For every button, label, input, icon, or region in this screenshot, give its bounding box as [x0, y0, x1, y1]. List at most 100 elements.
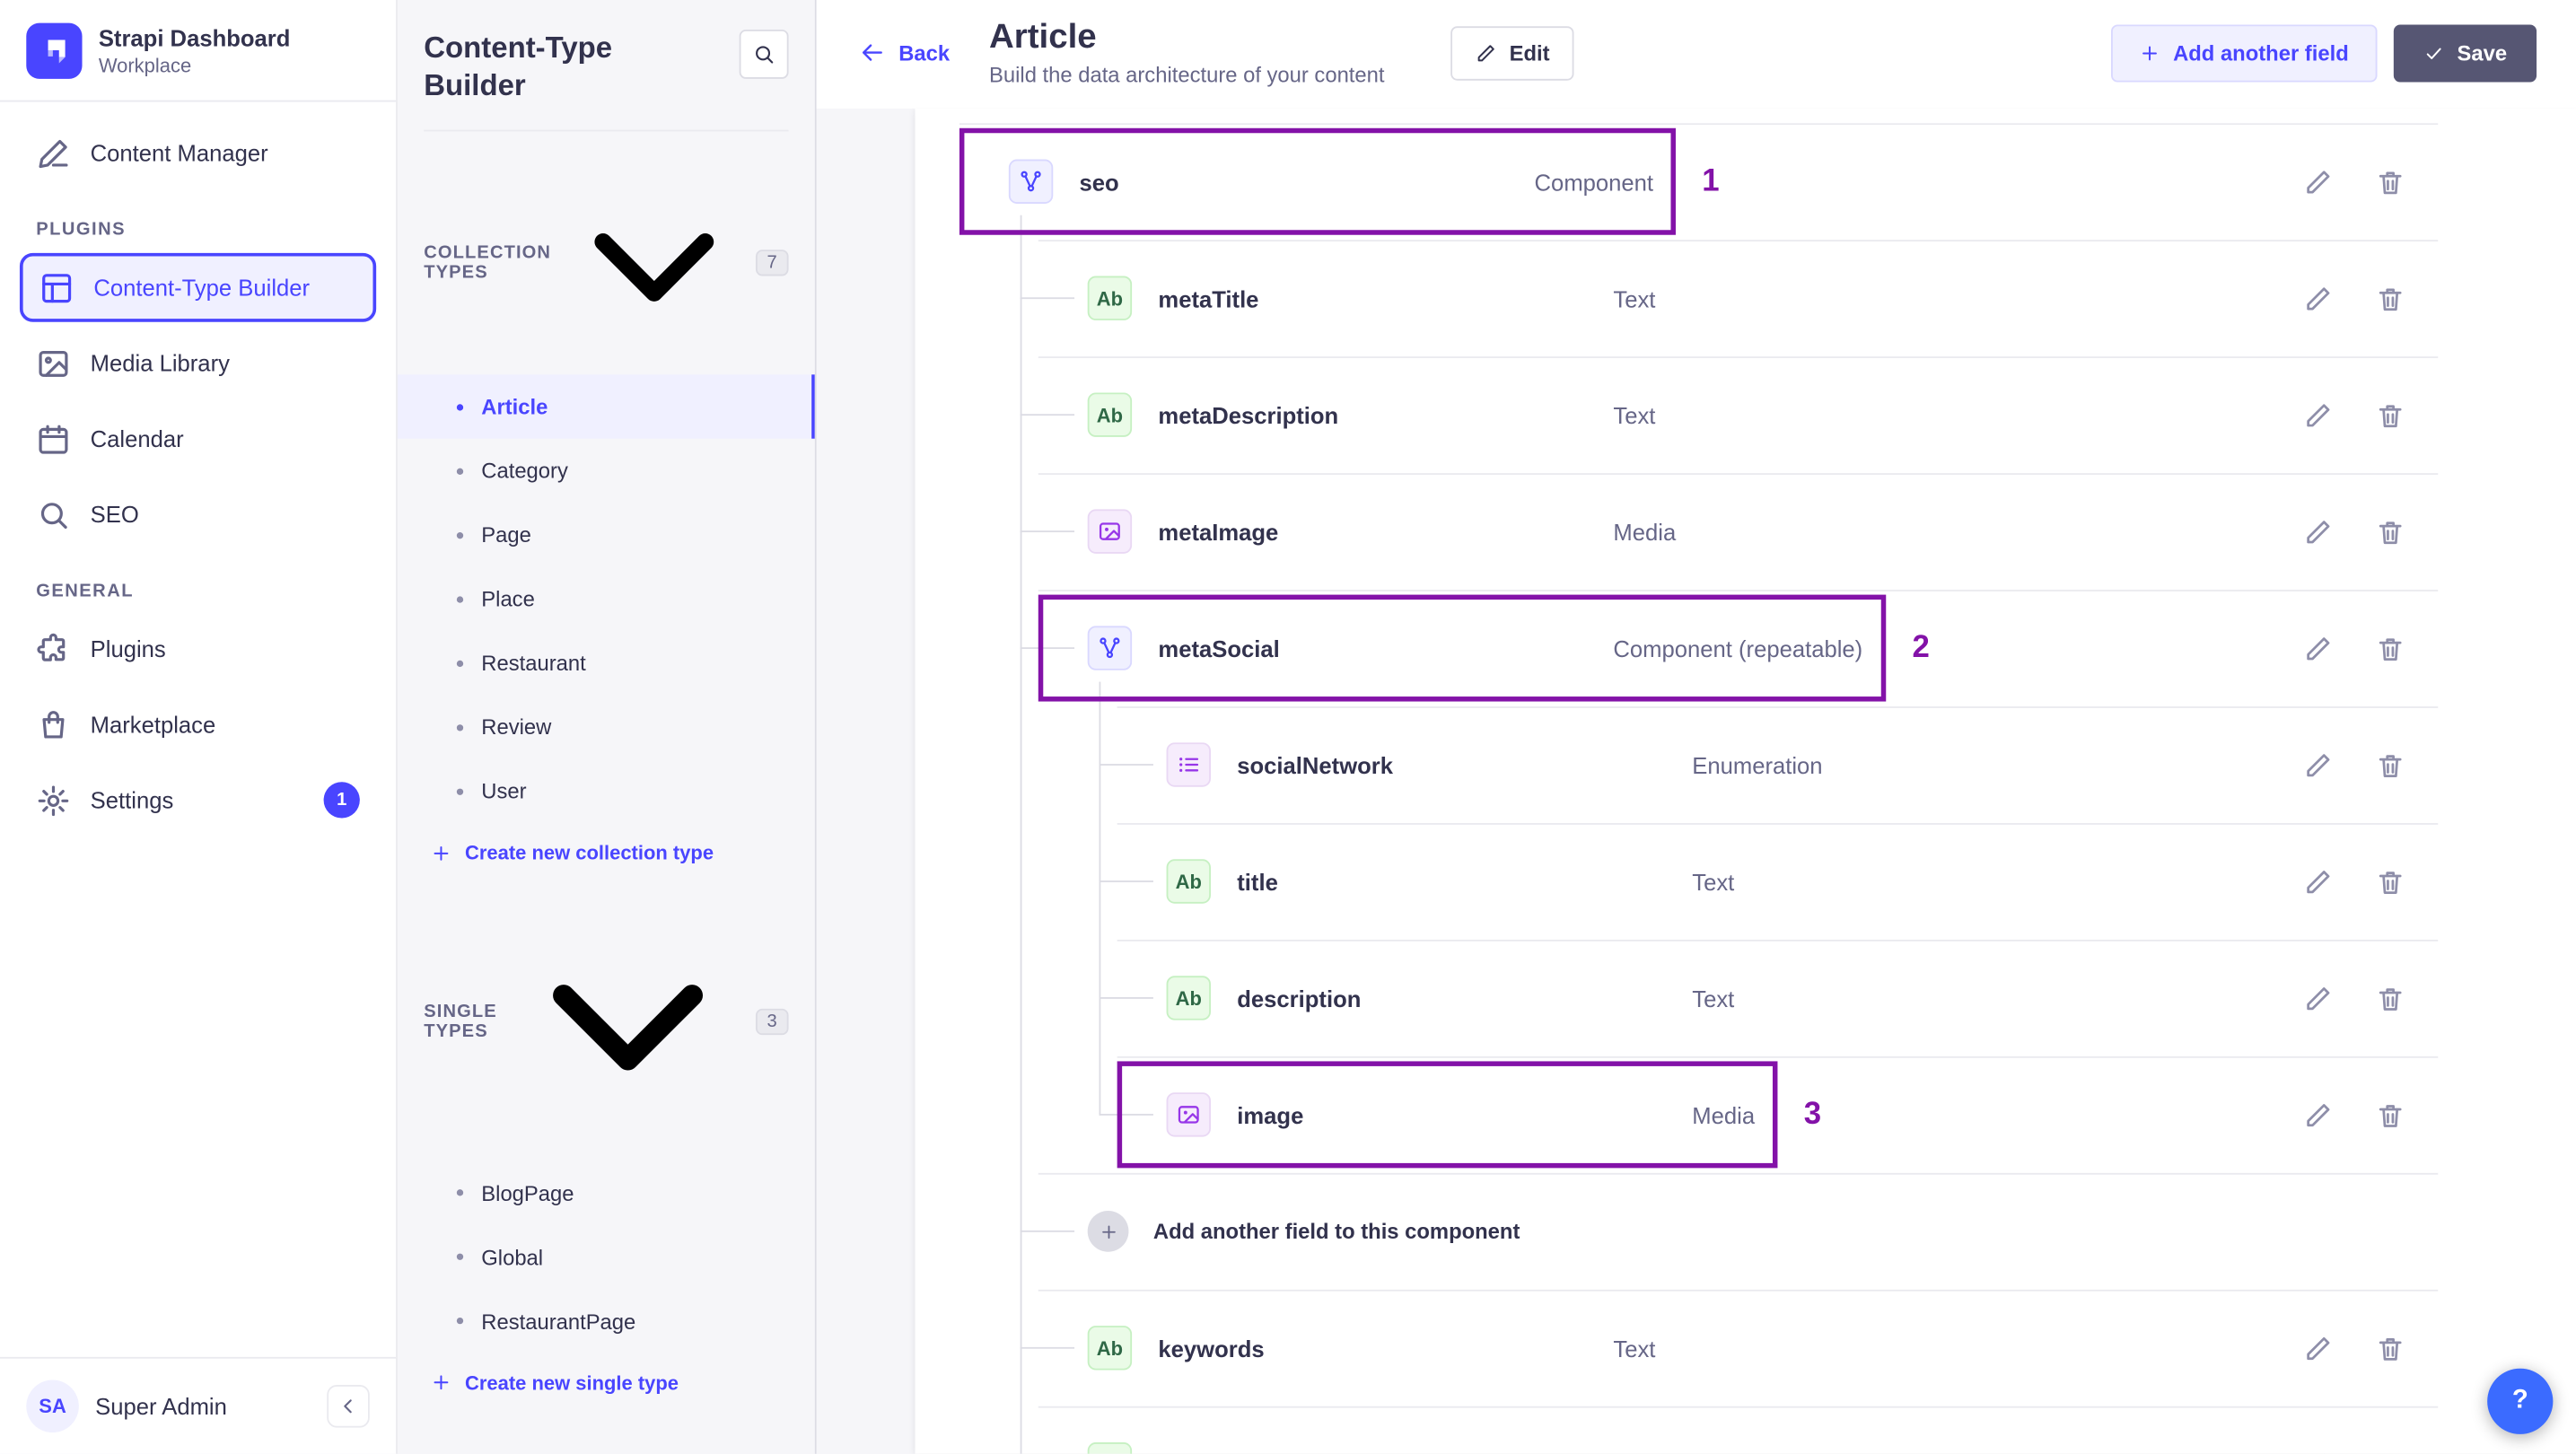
delete-field-button[interactable] — [2376, 750, 2405, 780]
strapi-logo-icon[interactable] — [26, 22, 83, 79]
edit-field-button[interactable] — [2303, 867, 2333, 897]
field-row-title: Ab title Text — [916, 823, 2576, 940]
scale-root: Strapi Dashboard Workplace Content Manag… — [0, 0, 2576, 1454]
edit-button[interactable]: Edit — [1450, 25, 1575, 80]
calendar-icon — [36, 421, 70, 455]
bullet-icon — [456, 1189, 464, 1196]
field-name: metaDescription — [1158, 401, 1339, 428]
sidebar-item-calendar[interactable]: Calendar — [20, 404, 376, 473]
row-divider — [1038, 1289, 2439, 1292]
field-type: Text — [1613, 1335, 1656, 1362]
group-header-single-types[interactable]: SINGLE TYPES 3 — [424, 894, 789, 1151]
sidebar-item-settings[interactable]: Settings 1 — [20, 766, 376, 835]
media-field-icon — [1087, 509, 1133, 554]
type-item-global[interactable]: Global — [398, 1225, 815, 1289]
type-item-place[interactable]: Place — [398, 567, 815, 631]
back-label: Back — [898, 39, 951, 66]
bullet-icon — [456, 787, 464, 795]
delete-field-button[interactable] — [2376, 400, 2405, 430]
delete-field-button[interactable] — [2376, 983, 2405, 1012]
row-actions — [2303, 1450, 2405, 1454]
delete-field-button[interactable] — [2376, 517, 2405, 547]
delete-field-button[interactable] — [2376, 1450, 2405, 1454]
field-type: Media — [1613, 518, 1677, 545]
tree-connector-stub — [1099, 1113, 1153, 1116]
avatar[interactable]: SA — [26, 1380, 79, 1433]
sidebar-item-label: Settings — [90, 786, 174, 814]
sidebar-item-marketplace[interactable]: Marketplace — [20, 690, 376, 759]
row-actions — [2303, 167, 2405, 197]
bullet-icon — [456, 595, 464, 603]
group-header-collection-types[interactable]: COLLECTION TYPES 7 — [424, 161, 789, 365]
sidebar-item-plugins[interactable]: Plugins — [20, 615, 376, 684]
row-actions — [2303, 517, 2405, 547]
field-type: Component (repeatable) — [1613, 635, 1863, 661]
edit-field-button[interactable] — [2303, 284, 2333, 313]
enum-field-icon — [1166, 742, 1211, 787]
field-type: Enumeration — [1692, 751, 1823, 778]
type-item-blogpage[interactable]: BlogPage — [398, 1161, 815, 1224]
type-item-page[interactable]: Page — [398, 503, 815, 566]
title-block: Article Build the data architecture of y… — [989, 18, 1384, 87]
type-item-restaurantpage[interactable]: RestaurantPage — [398, 1289, 815, 1353]
field-name: description — [1237, 985, 1362, 1012]
pen-icon — [36, 136, 70, 170]
type-item-review[interactable]: Review — [398, 696, 815, 759]
delete-field-button[interactable] — [2376, 1099, 2405, 1129]
field-row-metaDescription: Ab metaDescription Text — [916, 356, 2576, 473]
type-list: Article Category Page Place Restaurant Review… — [397, 374, 815, 824]
sidebar-item-label: Content-Type Builder — [93, 274, 311, 301]
text-field-icon: Ab — [1166, 859, 1211, 904]
row-divider — [1117, 706, 2439, 708]
edit-field-button[interactable] — [2303, 634, 2333, 663]
create-link-label: Create new single type — [464, 1371, 679, 1395]
edit-field-button[interactable] — [2303, 983, 2333, 1012]
content-type-builder-panel: Content-Type Builder COLLECTION TYPES 7 Ar… — [397, 0, 817, 1454]
row-divider — [1038, 473, 2439, 475]
delete-field-button[interactable] — [2376, 284, 2405, 313]
panel-groups: COLLECTION TYPES 7 Article Category Page Plac… — [397, 131, 815, 1454]
type-item-restaurant[interactable]: Restaurant — [398, 631, 815, 695]
create-create-new-collection-type-link[interactable]: Create new collection type — [424, 841, 714, 864]
create-create-new-single-type-link[interactable]: Create new single type — [424, 1371, 679, 1394]
collapse-sidebar-button[interactable] — [327, 1384, 370, 1428]
sidebar-item-media-library[interactable]: Media Library — [20, 328, 376, 398]
edit-field-button[interactable] — [2303, 750, 2333, 780]
search-button[interactable] — [739, 29, 789, 79]
tree-connector-stub — [1020, 530, 1075, 533]
edit-field-button[interactable] — [2303, 167, 2333, 197]
delete-field-button[interactable] — [2376, 634, 2405, 663]
back-button[interactable]: Back — [859, 39, 950, 66]
bullet-icon — [456, 1253, 464, 1260]
sidebar-item-content-type-builder[interactable]: Content-Type Builder — [19, 252, 377, 322]
tree-connector-stub — [1020, 414, 1075, 416]
user-name: Super Admin — [95, 1393, 227, 1420]
add-field-to-component-row[interactable]: Add another field to this component — [916, 1172, 2576, 1290]
edit-field-button[interactable] — [2303, 1333, 2333, 1362]
row-divider — [1038, 590, 2439, 591]
sidebar-item-content-manager[interactable]: Content Manager — [20, 118, 376, 188]
delete-field-button[interactable] — [2376, 867, 2405, 897]
sidebar-item-seo[interactable]: SEO — [20, 479, 376, 548]
type-item-category[interactable]: Category — [398, 439, 815, 503]
add-field-plus-icon[interactable] — [1087, 1210, 1129, 1252]
type-item-article[interactable]: Article — [397, 374, 815, 439]
group-header-components[interactable]: COMPONENTS5 — [424, 1423, 788, 1454]
add-field-label: Add another field — [2173, 39, 2349, 66]
delete-field-button[interactable] — [2376, 167, 2405, 197]
type-item-user[interactable]: User — [398, 759, 815, 823]
field-name: metaImage — [1158, 518, 1279, 545]
type-item-label: Category — [481, 458, 568, 484]
strapi-dashboard: Strapi Dashboard Workplace Content Manag… — [0, 0, 2576, 1454]
edit-field-button[interactable] — [2303, 517, 2333, 547]
help-button[interactable]: ? — [2487, 1368, 2554, 1434]
edit-field-button[interactable] — [2303, 400, 2333, 430]
field-type: Component — [1534, 168, 1654, 195]
delete-field-button[interactable] — [2376, 1333, 2405, 1362]
row-divider — [1038, 356, 2439, 359]
add-another-field-button[interactable]: Add another field — [2110, 23, 2377, 82]
edit-field-button[interactable] — [2303, 1450, 2333, 1454]
save-button[interactable]: Save — [2393, 23, 2537, 82]
edit-field-button[interactable] — [2303, 1099, 2333, 1129]
bullet-icon — [456, 468, 464, 475]
